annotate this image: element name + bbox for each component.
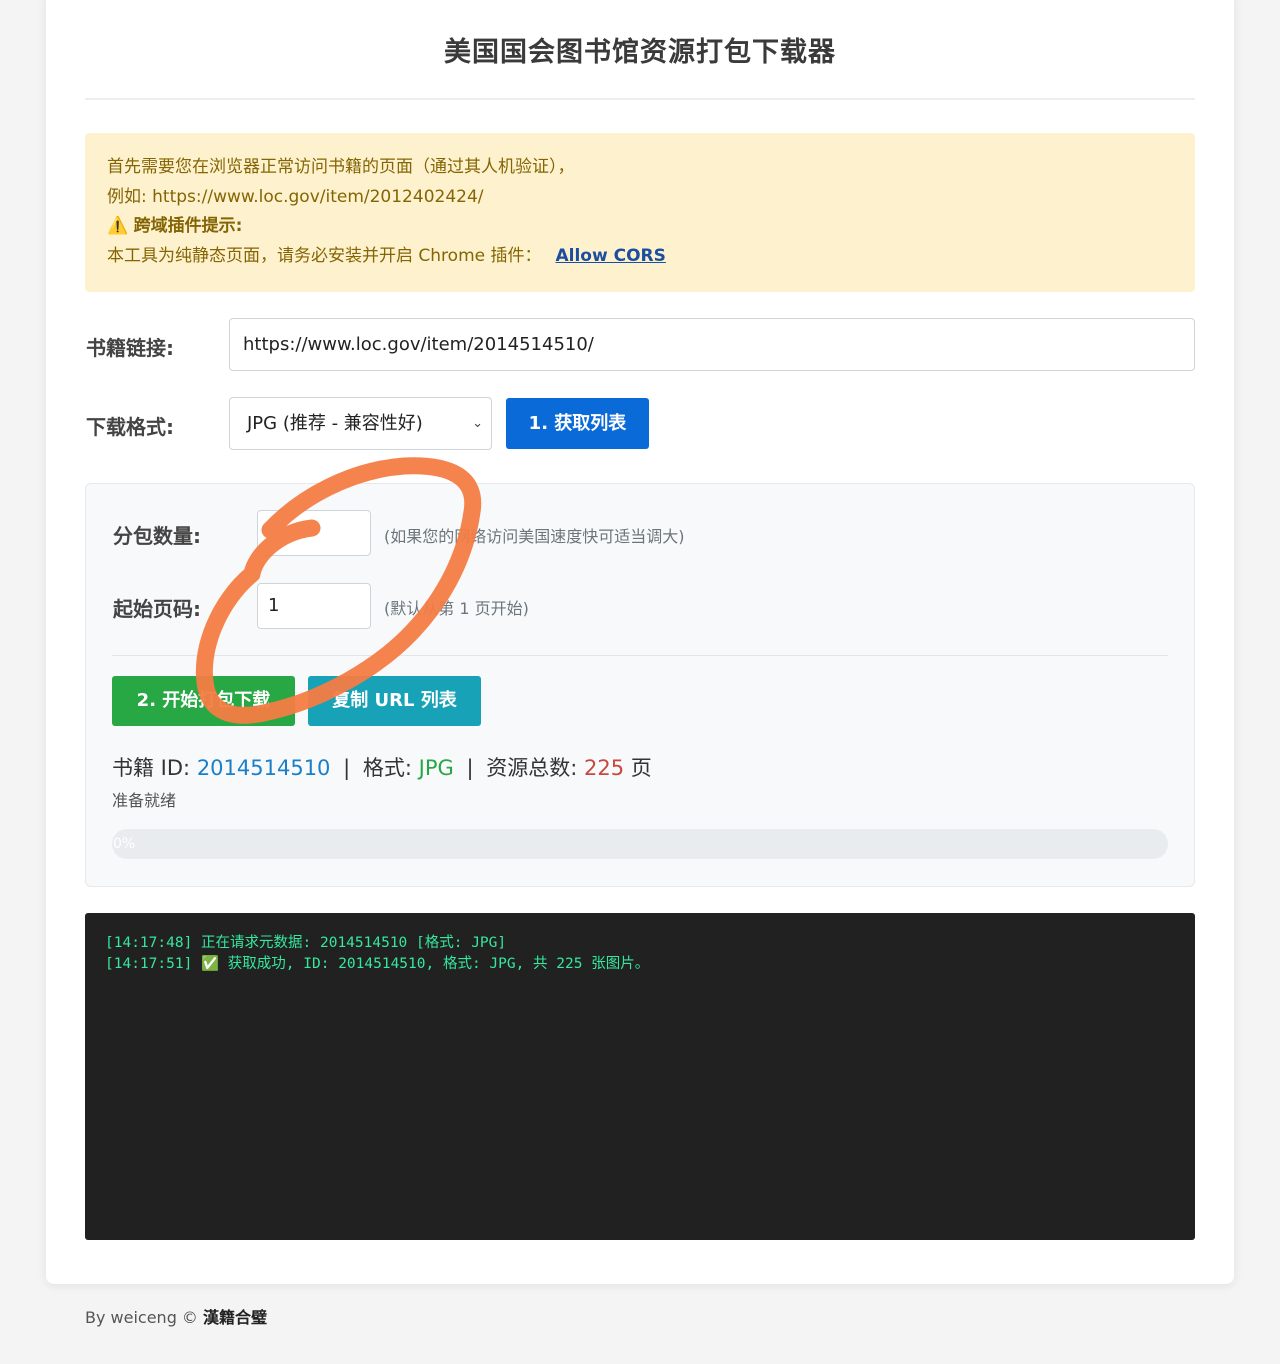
allow-cors-link[interactable]: Allow CORS	[556, 246, 666, 266]
fetch-list-button[interactable]: 1. 获取列表	[506, 398, 649, 449]
book-url-input[interactable]: https://www.loc.gov/item/2014514510/	[229, 318, 1195, 371]
info-separator: |	[343, 756, 351, 780]
notice-line-4: 本工具为纯静态页面，请务必安装并开启 Chrome 插件： Allow CORS	[107, 242, 1173, 272]
notice-line-1: 首先需要您在浏览器正常访问书籍的页面（通过其人机验证），	[107, 157, 575, 177]
footer-credit: By weiceng ©	[85, 1308, 198, 1327]
book-info: 书籍 ID: 2014514510 | 格式: JPG | 资源总数: 225 …	[112, 752, 652, 782]
chunk-count-label: 分包数量:	[113, 524, 201, 548]
copy-url-list-button[interactable]: 复制 URL 列表	[308, 676, 481, 726]
url-label: 书籍链接:	[86, 336, 174, 360]
format-info-value: JPG	[418, 756, 454, 780]
notice-box: 首先需要您在浏览器正常访问书籍的页面（通过其人机验证）， 例如: https:/…	[85, 133, 1195, 292]
progress-text: 0%	[113, 836, 136, 852]
format-select[interactable]: JPG (推荐 - 兼容性好) ⌄	[229, 397, 492, 450]
log-line: [14:17:51] ✅ 获取成功, ID: 2014514510, 格式: J…	[105, 956, 650, 972]
book-id-label: 书籍 ID:	[112, 756, 191, 780]
info-separator: |	[466, 756, 474, 780]
page-title: 美国国会图书馆资源打包下载器	[444, 37, 836, 68]
log-line: [14:17:48] 正在请求元数据: 2014514510 [格式: JPG]	[105, 935, 507, 951]
start-page-label: 起始页码:	[113, 597, 201, 621]
format-info-label: 格式:	[362, 756, 412, 780]
notice-line-2: 例如: https://www.loc.gov/item/2012402424/	[107, 186, 484, 207]
start-page-hint: (默认从第 1 页开始)	[384, 599, 529, 618]
warning-icon: ⚠️	[107, 216, 129, 236]
notice-warning: ⚠️ 跨域插件提示:	[107, 212, 1173, 242]
start-download-button[interactable]: 2. 开始打包下载	[112, 676, 295, 726]
format-label: 下载格式:	[86, 415, 174, 439]
notice-warning-title: 跨域插件提示:	[133, 216, 243, 236]
book-id-value: 2014514510	[196, 756, 331, 780]
notice-line-4-text: 本工具为纯静态页面，请务必安装并开启 Chrome 插件：	[107, 245, 542, 266]
status-text: 准备就绪	[112, 791, 177, 810]
chunk-count-input[interactable]	[257, 510, 371, 556]
footer: By weiceng © 漢籍合璧	[85, 1304, 267, 1328]
total-unit: 页	[630, 756, 652, 780]
start-page-input[interactable]: 1	[257, 583, 371, 629]
progress-bar: 0%	[112, 829, 1168, 859]
chunk-count-hint: (如果您的网络访问美国速度快可适当调大)	[384, 527, 685, 546]
log-console: [14:17:48] 正在请求元数据: 2014514510 [格式: JPG]…	[85, 913, 1195, 1240]
chevron-down-icon: ⌄	[472, 416, 483, 431]
format-select-value: JPG (推荐 - 兼容性好)	[247, 413, 423, 434]
total-value: 225	[584, 756, 625, 780]
title-divider	[85, 98, 1195, 100]
total-label: 资源总数:	[486, 756, 578, 780]
panel-divider	[112, 655, 1168, 656]
footer-brand: 漢籍合璧	[203, 1308, 268, 1327]
